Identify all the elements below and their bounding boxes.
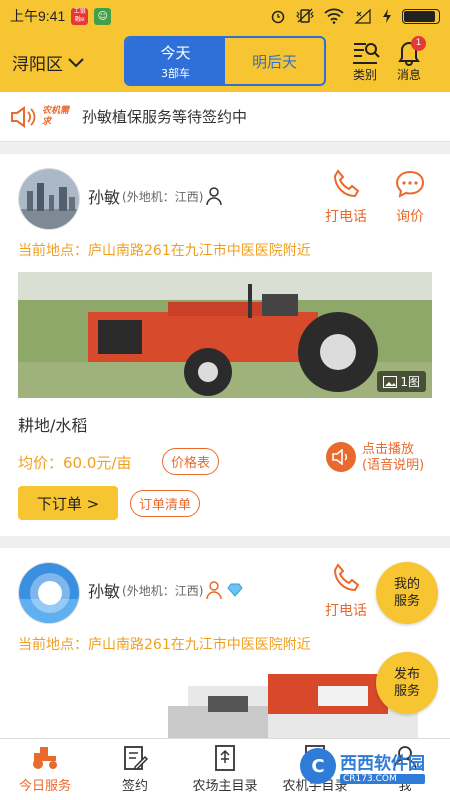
- call-label: 打电话: [325, 603, 367, 619]
- call-button[interactable]: 打电话: [325, 168, 367, 226]
- segment-next-days-label: 明后天: [251, 52, 297, 71]
- watermark-url: CR173.COM: [340, 773, 425, 784]
- android-notification-icon: ☺: [94, 7, 112, 25]
- segment-next-days[interactable]: 明后天: [225, 38, 324, 84]
- notice-text: 孙敏植保服务等待签约中: [82, 108, 248, 126]
- phone-icon: [333, 563, 360, 592]
- sign-icon: [124, 746, 149, 770]
- battery-icon: [402, 8, 440, 24]
- status-time: 上午9:41: [10, 8, 66, 24]
- tractor-photo[interactable]: 1图: [18, 272, 432, 398]
- sun-sky-image: [19, 563, 79, 623]
- nav-today-service[interactable]: 今日服务: [0, 739, 90, 800]
- tractor-icon: [33, 747, 57, 769]
- segment-today-count: 3部车: [161, 66, 190, 80]
- price-list-button[interactable]: 价格表: [162, 448, 220, 475]
- app-header: 浔阳区 今天 3部车 明后天 类别 1 消息: [0, 32, 450, 92]
- audio-label-line-1: 点击播放: [362, 442, 415, 457]
- message-count-badge: 1: [411, 36, 426, 51]
- place-order-button[interactable]: 下订单 >: [18, 486, 118, 520]
- publish-service-line-2: 服务: [393, 684, 420, 699]
- tractor-image: [18, 272, 432, 398]
- charging-icon: [383, 9, 391, 23]
- service-type: 耕地/水稻: [18, 416, 88, 435]
- owner-info: 孙敏 (外地机：江西): [88, 578, 244, 602]
- harvester-image: [18, 666, 432, 738]
- owner-origin: (外地机：江西): [122, 189, 204, 204]
- current-location: 当前地点：庐山南路261在九江市中医医院附近: [18, 637, 311, 653]
- date-segment-control: 今天 3部车 明后天: [124, 36, 326, 86]
- chat-icon: [395, 170, 425, 198]
- district-label: 浔阳区: [12, 55, 63, 75]
- avatar: [18, 168, 80, 230]
- owner-name: 孙敏: [88, 582, 121, 601]
- person-icon: [206, 581, 223, 600]
- vibrate-icon: [296, 8, 314, 23]
- my-service-button[interactable]: 我的 服务: [376, 562, 438, 624]
- service-card: 孙敏 (外地机：江西) 打电话 询价 当前地点：庐山南路261在九江市中医医院附…: [0, 154, 450, 536]
- category-search-icon: [353, 43, 380, 64]
- owner-origin: (外地机：江西): [122, 583, 204, 598]
- audio-play-label[interactable]: 点击播放 (语音说明): [362, 442, 424, 474]
- wifi-icon: [324, 8, 344, 24]
- chevron-down-icon: [68, 57, 84, 67]
- inquire-button[interactable]: 询价: [394, 168, 426, 226]
- category-label: 类别: [352, 68, 377, 82]
- city-skyline-image: [19, 169, 79, 229]
- notice-tag: 农机需求: [42, 105, 70, 127]
- site-watermark: C 西西软件园 CR173.COM: [300, 748, 425, 784]
- signal-icon: [354, 8, 371, 24]
- photo-count: 1图: [400, 375, 420, 389]
- category-button[interactable]: 类别: [350, 38, 380, 83]
- owner-info: 孙敏 (外地机：江西): [88, 184, 225, 208]
- watermark-logo: C: [300, 748, 336, 784]
- publish-service-line-1: 发布: [393, 667, 420, 682]
- nav-farmer-directory[interactable]: 农场主目录: [180, 739, 270, 800]
- order-list-button[interactable]: 订单清单: [130, 490, 201, 517]
- diamond-icon: [227, 583, 244, 597]
- call-label: 打电话: [325, 209, 367, 225]
- photo-count-badge: 1图: [377, 371, 426, 392]
- my-service-line-1: 我的: [393, 577, 420, 592]
- publish-service-button[interactable]: 发布 服务: [376, 652, 438, 714]
- speaker-icon: [11, 105, 36, 128]
- segment-today-label: 今天: [160, 43, 191, 62]
- average-price: 均价：60.0元/亩: [18, 454, 132, 472]
- notice-bar[interactable]: 农机需求 孙敏植保服务等待签约中: [0, 92, 450, 142]
- avatar: [18, 562, 80, 624]
- bank-app-icon: 工银融e: [71, 7, 89, 25]
- message-label: 消息: [396, 68, 421, 82]
- audio-play-button[interactable]: [326, 442, 356, 472]
- image-icon: [383, 375, 398, 388]
- nav-label: 今日服务: [18, 779, 71, 794]
- watermark-title: 西西软件园: [340, 753, 425, 774]
- nav-label: 签约: [121, 779, 148, 794]
- current-location: 当前地点：庐山南路261在九江市中医医院附近: [18, 243, 311, 259]
- harvester-photo[interactable]: [18, 666, 432, 738]
- person-icon: [206, 187, 223, 206]
- status-bar: 上午9:41 工银融e ☺: [0, 0, 450, 32]
- phone-icon: [333, 169, 360, 198]
- nav-sign[interactable]: 签约: [90, 739, 180, 800]
- owner-name: 孙敏: [88, 188, 121, 207]
- my-service-line-2: 服务: [393, 594, 420, 609]
- audio-label-line-2: (语音说明): [362, 458, 425, 473]
- call-button[interactable]: 打电话: [325, 562, 367, 620]
- inquire-label: 询价: [396, 209, 424, 225]
- alarm-icon: [271, 10, 285, 24]
- message-button[interactable]: 1 消息: [394, 36, 426, 83]
- segment-today[interactable]: 今天 3部车: [126, 38, 225, 84]
- nav-label: 农场主目录: [192, 779, 258, 794]
- speaker-icon: [332, 449, 348, 465]
- district-selector[interactable]: 浔阳区: [12, 50, 85, 75]
- directory-icon: [215, 745, 235, 771]
